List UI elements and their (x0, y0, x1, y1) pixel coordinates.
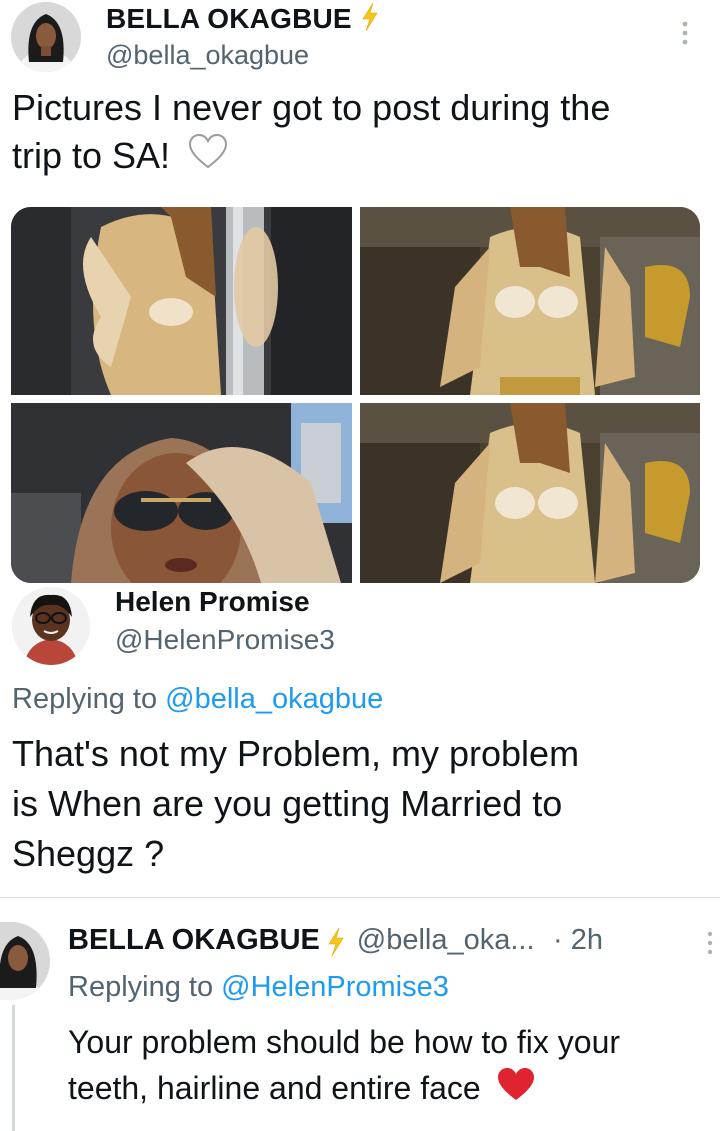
reply-avatar[interactable] (12, 587, 90, 665)
nested-timestamp[interactable]: · 2h (553, 924, 603, 956)
reply-text-line2: is When are you getting Married to (12, 783, 563, 824)
author-handle[interactable]: @bella_okagbue (106, 40, 309, 71)
nested-author-name[interactable]: BELLA OKAGBUE (68, 924, 320, 956)
nested-text-line1: Your problem should be how to fix your (68, 1024, 621, 1060)
replying-to-link[interactable]: @bella_okagbue (165, 683, 383, 715)
author-name-row: BELLA OKAGBUE (106, 2, 380, 39)
nested-replying-prefix: Replying to (68, 971, 214, 1003)
divider (0, 897, 720, 898)
photo-2[interactable] (360, 207, 700, 395)
more-options-icon[interactable] (679, 20, 691, 46)
photo-grid (11, 207, 700, 583)
nested-text-line2: teeth, hairline and entire face (68, 1065, 536, 1115)
lightning-bolt-icon (360, 2, 380, 39)
author-name[interactable]: BELLA OKAGBUE (106, 3, 352, 34)
reply-text-line3: Sheggz ? (12, 833, 165, 874)
reply-author-name[interactable]: Helen Promise (115, 586, 310, 618)
photo-4[interactable] (360, 403, 700, 583)
tweet-text-line2-text: trip to SA! (12, 135, 171, 176)
white-heart-icon (188, 134, 228, 182)
nested-reply-avatar[interactable] (0, 922, 50, 1000)
reply-replying-to: Replying to @bella_okagbue (12, 683, 383, 716)
nested-more-options-icon[interactable] (705, 930, 715, 961)
photo-1[interactable] (11, 207, 352, 395)
nested-replying-to-link[interactable]: @HelenPromise3 (221, 971, 449, 1003)
photo-3[interactable] (11, 403, 352, 583)
nested-author-handle[interactable]: @bella_oka... (357, 924, 535, 956)
tweet-text-line2: trip to SA! (12, 132, 228, 182)
reply-author-handle[interactable]: @HelenPromise3 (115, 624, 335, 656)
nested-reply-header: BELLA OKAGBUE @bella_oka... · 2h (68, 924, 603, 962)
tweet-text-line1: Pictures I never got to post during the (12, 87, 611, 128)
red-heart-icon (496, 1067, 536, 1115)
nested-replying-to: Replying to @HelenPromise3 (68, 971, 449, 1004)
author-avatar[interactable] (11, 2, 81, 72)
thread-line (12, 1005, 15, 1131)
replying-prefix: Replying to (12, 683, 158, 715)
reply-text-line1: That's not my Problem, my problem (12, 733, 580, 774)
nested-text-line2-text: teeth, hairline and entire face (68, 1070, 481, 1106)
lightning-bolt-icon (326, 927, 346, 962)
